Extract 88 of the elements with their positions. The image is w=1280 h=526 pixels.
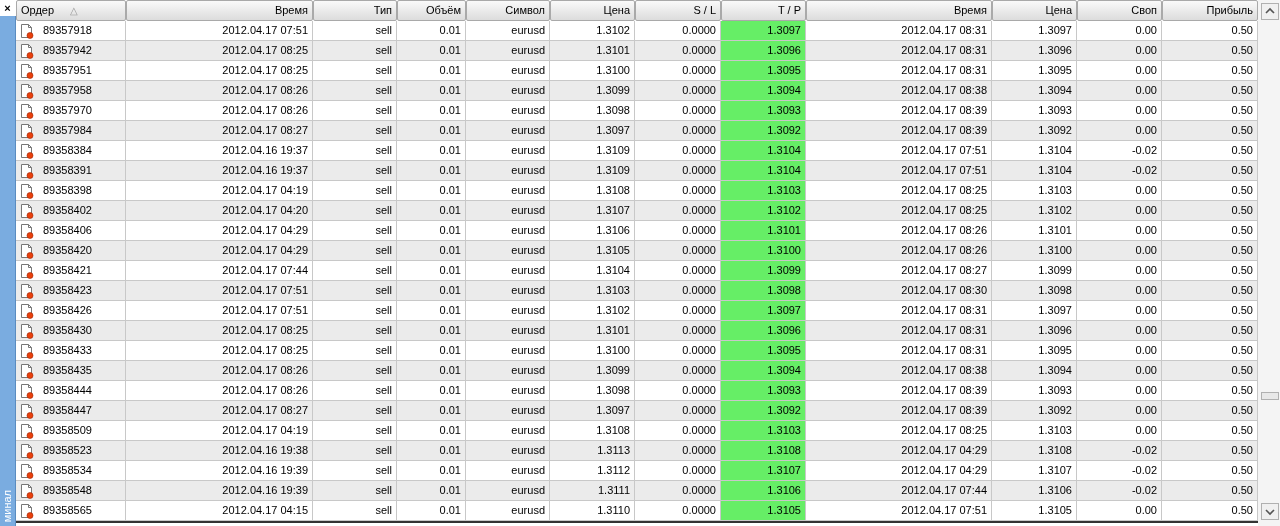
- table-cell: 0.01: [397, 501, 466, 521]
- table-cell: 1.3097: [721, 21, 806, 41]
- order-document-icon: [19, 122, 35, 139]
- column-header[interactable]: Своп: [1077, 0, 1162, 21]
- close-button[interactable]: ×: [0, 0, 16, 16]
- table-cell: 1.3094: [721, 81, 806, 101]
- table-cell: 1.3094: [721, 361, 806, 381]
- panel-label: минал: [0, 489, 15, 522]
- column-header[interactable]: Объём: [397, 0, 466, 21]
- order-document-icon: [19, 282, 35, 299]
- order-document-icon: [19, 402, 35, 419]
- table-cell: 2012.04.17 04:15: [126, 501, 313, 521]
- order-document-icon: [19, 322, 35, 339]
- table-cell: 0.00: [1077, 501, 1162, 521]
- table-cell: 1.3096: [721, 41, 806, 61]
- order-number: 89358548: [43, 483, 92, 499]
- table-cell: 1.3103: [721, 421, 806, 441]
- order-number: 89358509: [43, 423, 92, 439]
- scrollbar[interactable]: [1258, 0, 1280, 526]
- table-cell: 1.3095: [721, 341, 806, 361]
- column-header[interactable]: Тип: [313, 0, 397, 21]
- table-cell: 1.3096: [721, 321, 806, 341]
- column-header[interactable]: S / L: [635, 0, 721, 21]
- order-number: 89358420: [43, 243, 92, 259]
- column-header[interactable]: Время: [806, 0, 992, 21]
- order-document-icon: [19, 442, 35, 459]
- order-number: 89358398: [43, 183, 92, 199]
- table-cell: 2012.04.17 07:51: [806, 501, 992, 521]
- table-cell: 1.3102: [721, 201, 806, 221]
- order-number: 89358421: [43, 263, 92, 279]
- table-cell: 1.3097: [721, 301, 806, 321]
- order-document-icon: [19, 362, 35, 379]
- order-number: 89358402: [43, 203, 92, 219]
- scroll-down-icon[interactable]: [1260, 503, 1279, 520]
- order-number: 89357918: [43, 23, 92, 39]
- table-cell: 1.3093: [721, 381, 806, 401]
- order-document-icon: [19, 482, 35, 499]
- table-cell: 1.3105: [721, 501, 806, 521]
- order-number: 89357951: [43, 63, 92, 79]
- order-number: 89357958: [43, 83, 92, 99]
- table-cell: 1.3103: [721, 181, 806, 201]
- table-cell: 1.3092: [721, 401, 806, 421]
- order-number: 89358433: [43, 343, 92, 359]
- table-cell: 1.3106: [721, 481, 806, 501]
- order-number: 89358565: [43, 503, 92, 519]
- table-cell: 1.3104: [721, 161, 806, 181]
- table-cell: 1.3108: [721, 441, 806, 461]
- table-cell: 1.3100: [721, 241, 806, 261]
- order-document-icon: [19, 202, 35, 219]
- table-cell: 1.3095: [721, 61, 806, 81]
- table-cell: 1.3104: [721, 141, 806, 161]
- order-number: 89358444: [43, 383, 92, 399]
- order-number: 89358384: [43, 143, 92, 159]
- table-cell: 1.3092: [721, 121, 806, 141]
- table-cell: 1.3093: [721, 101, 806, 121]
- order-number: 89358423: [43, 283, 92, 299]
- column-header[interactable]: Цена: [550, 0, 635, 21]
- order-document-icon: [19, 42, 35, 59]
- order-number: 89358534: [43, 463, 92, 479]
- order-document-icon: [19, 162, 35, 179]
- order-document-icon: [19, 242, 35, 259]
- order-number: 89358447: [43, 403, 92, 419]
- column-header[interactable]: Прибыль: [1162, 0, 1258, 21]
- order-number: 89358391: [43, 163, 92, 179]
- order-number: 89357970: [43, 103, 92, 119]
- table-cell: 1.3110: [550, 501, 635, 521]
- table-cell: 1.3098: [721, 281, 806, 301]
- order-number: 89358426: [43, 303, 92, 319]
- order-number: 89358523: [43, 443, 92, 459]
- scroll-thumb[interactable]: [1260, 392, 1279, 400]
- table-cell: sell: [313, 501, 397, 521]
- table-cell: eurusd: [466, 501, 550, 521]
- column-header[interactable]: Цена: [992, 0, 1077, 21]
- order-number: 89358435: [43, 363, 92, 379]
- column-header[interactable]: Символ: [466, 0, 550, 21]
- table-cell: 1.3107: [721, 461, 806, 481]
- order-number: 89358430: [43, 323, 92, 339]
- order-number: 89358406: [43, 223, 92, 239]
- column-header[interactable]: T / P: [721, 0, 806, 21]
- order-number: 89357984: [43, 123, 92, 139]
- column-header[interactable]: Время: [126, 0, 313, 21]
- order-number: 89357942: [43, 43, 92, 59]
- scroll-up-icon[interactable]: [1260, 3, 1279, 20]
- table-cell: 1.3101: [721, 221, 806, 241]
- table-cell: 1.3099: [721, 261, 806, 281]
- table-cell: 1.3105: [992, 501, 1077, 521]
- column-header[interactable]: Ордер △: [16, 0, 126, 21]
- order-document-icon: [19, 82, 35, 99]
